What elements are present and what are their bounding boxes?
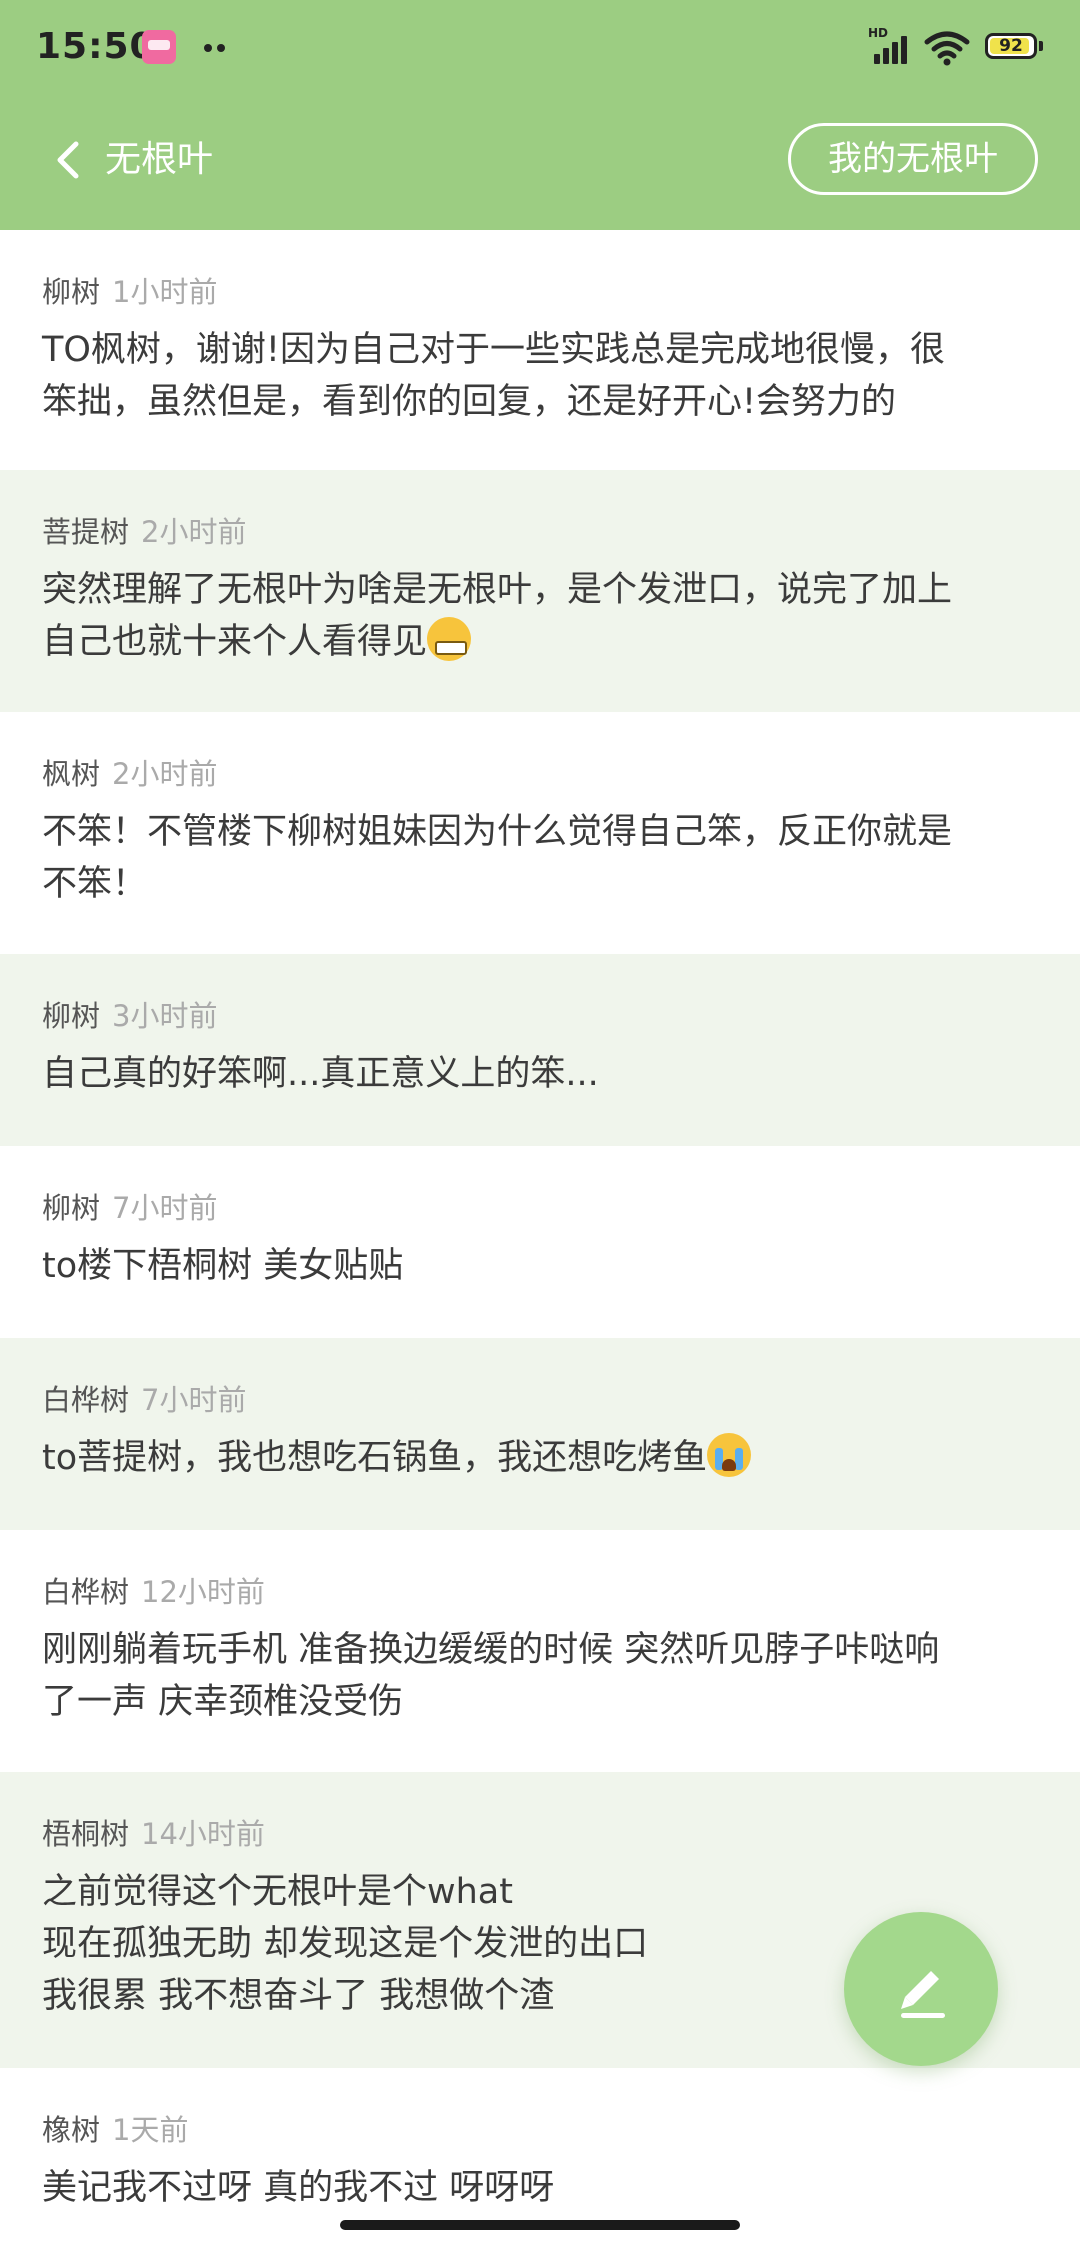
app-notification-icon (142, 30, 176, 64)
post-time: 7小时前 (112, 1191, 218, 1225)
post-author: 橡树 (42, 2113, 101, 2147)
post-body: TO枫树，谢谢!因为自己对于一些实践总是完成地很慢，很 笨拙，虽然但是，看到你的… (42, 324, 1038, 428)
post-body: 突然理解了无根叶为啥是无根叶，是个发泄口，说完了加上 自己也就十来个人看得见 (42, 564, 1038, 668)
post-text: 自己真的好笨啊...真正意义上的笨... (42, 1054, 599, 1094)
wifi-icon (924, 31, 970, 66)
post-text: to楼下梧桐树 美女贴贴 (42, 1246, 404, 1286)
post-meta: 白桦树 7小时前 (42, 1378, 1038, 1422)
post-item[interactable]: 柳树 3小时前自己真的好笨啊...真正意义上的笨... (0, 954, 1080, 1146)
post-time: 2小时前 (112, 757, 218, 791)
post-item[interactable]: 枫树 2小时前不笨！不管楼下柳树姐妹因为什么觉得自己笨，反正你就是 不笨！ (0, 712, 1080, 954)
post-author: 枫树 (42, 757, 101, 791)
post-item[interactable]: 柳树 7小时前 to楼下梧桐树 美女贴贴 (0, 1146, 1080, 1338)
compose-button[interactable] (844, 1912, 998, 2066)
post-meta: 枫树 2小时前 (42, 752, 1038, 796)
post-author: 菩提树 (42, 515, 130, 549)
post-time: 2小时前 (141, 515, 247, 549)
back-arrow-icon[interactable] (50, 138, 90, 182)
post-time: 3小时前 (112, 999, 218, 1033)
post-author: 白桦树 (42, 1575, 130, 1609)
post-item[interactable]: 菩提树 2小时前突然理解了无根叶为啥是无根叶，是个发泄口，说完了加上 自己也就十来… (0, 470, 1080, 712)
page-title: 无根叶 (105, 139, 214, 180)
post-text: 不笨！不管楼下柳树姐妹因为什么觉得自己笨，反正你就是 不笨！ (42, 812, 953, 904)
post-text: 美记我不过呀 真的我不过 呀呀呀 (42, 2168, 555, 2208)
post-text: 刚刚躺着玩手机 准备换边缓缓的时候 突然听见脖子咔哒响 了一声 庆幸颈椎没受伤 (42, 1630, 940, 1722)
post-item[interactable]: 柳树 1小时前 TO枫树，谢谢!因为自己对于一些实践总是完成地很慢，很 笨拙，虽然但… (0, 230, 1080, 470)
post-time: 14小时前 (141, 1817, 265, 1851)
pencil-icon (901, 1971, 945, 2018)
post-meta: 柳树 7小时前 (42, 1186, 1038, 1230)
signal-icon (870, 30, 912, 64)
post-text: 突然理解了无根叶为啥是无根叶，是个发泄口，说完了加上 自己也就十来个人看得见 (42, 570, 953, 662)
post-time: 12小时前 (141, 1575, 265, 1609)
post-body: 刚刚躺着玩手机 准备换边缓缓的时候 突然听见脖子咔哒响 了一声 庆幸颈椎没受伤 (42, 1624, 1038, 1728)
post-body: 美记我不过呀 真的我不过 呀呀呀 (42, 2162, 1038, 2214)
post-author: 白桦树 (42, 1383, 130, 1417)
post-text: TO枫树，谢谢!因为自己对于一些实践总是完成地很慢，很 笨拙，虽然但是，看到你的… (42, 330, 945, 422)
post-body: to菩提树，我也想吃石锅鱼，我还想吃烤鱼 (42, 1432, 1038, 1484)
post-author: 柳树 (42, 275, 101, 309)
post-meta: 梧桐树 14小时前 (42, 1812, 1038, 1856)
status-time: 15:50 (36, 26, 156, 67)
home-indicator[interactable] (340, 2220, 740, 2230)
post-item[interactable]: 橡树 1天前美记我不过呀 真的我不过 呀呀呀 (0, 2068, 1080, 2228)
post-meta: 菩提树 2小时前 (42, 510, 1038, 554)
battery-level: 92 (999, 36, 1023, 56)
post-meta: 橡树 1天前 (42, 2108, 1038, 2152)
more-notifications-icon (204, 44, 230, 52)
loudly-crying-face-icon (707, 1433, 752, 1477)
post-author: 柳树 (42, 1191, 101, 1225)
post-body: 不笨！不管楼下柳树姐妹因为什么觉得自己笨，反正你就是 不笨！ (42, 806, 1038, 910)
post-body: 自己真的好笨啊...真正意义上的笨... (42, 1048, 1038, 1100)
grimacing-face-icon (427, 617, 472, 661)
battery-icon: 92 (985, 33, 1037, 59)
post-time: 7小时前 (141, 1383, 247, 1417)
post-meta: 柳树 3小时前 (42, 994, 1038, 1038)
app-header: 无根叶 我的无根叶 (0, 90, 1080, 230)
post-author: 梧桐树 (42, 1817, 130, 1851)
post-time: 1小时前 (112, 275, 218, 309)
my-posts-button[interactable]: 我的无根叶 (788, 123, 1038, 195)
post-body: to楼下梧桐树 美女贴贴 (42, 1240, 1038, 1292)
post-meta: 柳树 1小时前 (42, 270, 1038, 314)
post-meta: 白桦树 12小时前 (42, 1570, 1038, 1614)
post-item[interactable]: 白桦树 12小时前刚刚躺着玩手机 准备换边缓缓的时候 突然听见脖子咔哒响 了一声 … (0, 1530, 1080, 1772)
post-text: 之前觉得这个无根叶是个what 现在孤独无助 却发现这是个发泄的出口 我很累 我… (42, 1872, 649, 2016)
post-time: 1天前 (112, 2113, 189, 2147)
post-item[interactable]: 白桦树 7小时前 to菩提树，我也想吃石锅鱼，我还想吃烤鱼 (0, 1338, 1080, 1530)
battery-tip (1039, 41, 1043, 51)
status-bar: 15:50 HD 92 (0, 0, 1080, 90)
post-author: 柳树 (42, 999, 101, 1033)
post-text: to菩提树，我也想吃石锅鱼，我还想吃烤鱼 (42, 1438, 708, 1478)
